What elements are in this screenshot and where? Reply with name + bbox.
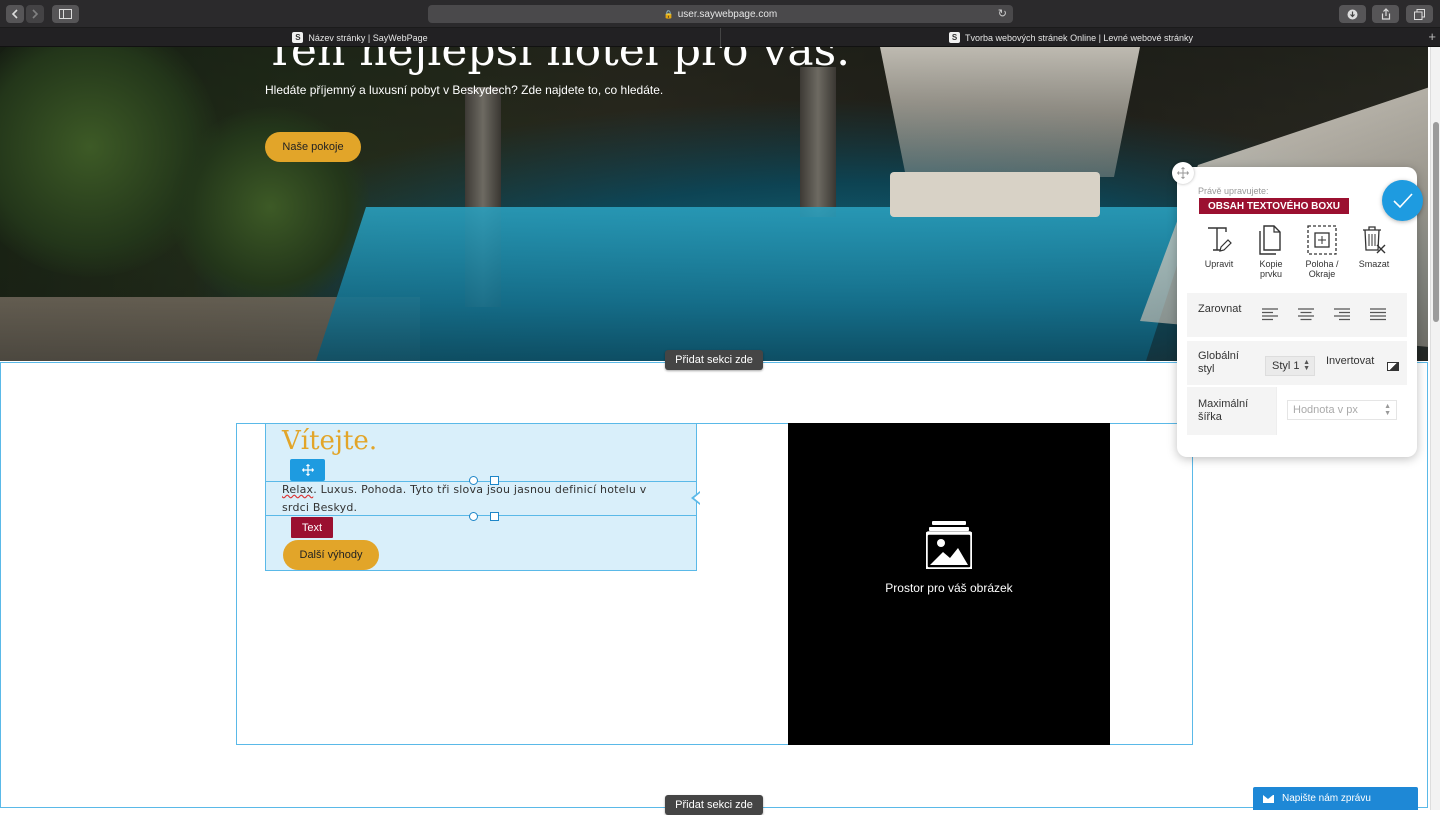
edit-tool-button[interactable]: Upravit [1197, 225, 1241, 269]
browser-toolbar: 🔒 user.saywebpage.com ↻ [0, 0, 1440, 28]
move-icon [1177, 167, 1189, 179]
align-row: Zarovnat [1187, 293, 1407, 337]
chat-widget-button[interactable]: Napište nám zprávu [1253, 787, 1418, 810]
image-icon [926, 521, 972, 569]
align-center-icon[interactable] [1298, 308, 1314, 322]
download-icon [1347, 9, 1358, 19]
max-width-label: Maximální šířka [1198, 398, 1249, 423]
add-section-button[interactable]: Přidat sekci zde [665, 795, 763, 815]
max-width-row: Maximální šířka Hodnota v px ▲ ▼ [1187, 387, 1407, 435]
mail-icon [1263, 794, 1274, 803]
global-style-label: Globální styl [1198, 350, 1239, 375]
url-text: user.saywebpage.com [677, 8, 778, 20]
move-icon [301, 464, 314, 476]
share-icon [1381, 8, 1390, 20]
move-handle[interactable] [290, 459, 325, 481]
max-width-input[interactable]: Hodnota v px ▲ ▼ [1287, 400, 1397, 420]
image-placeholder-label: Prostor pro váš obrázek [885, 581, 1013, 595]
scrollbar-thumb[interactable] [1433, 122, 1439, 322]
invert-toggle-icon[interactable] [1387, 362, 1399, 371]
panel-badge: OBSAH TEXTOVÉHO BOXU [1199, 198, 1349, 214]
tabs-overview-button[interactable] [1406, 5, 1433, 23]
saywebpage-favicon-icon: S [949, 32, 961, 43]
panel-drag-handle[interactable] [1172, 162, 1194, 184]
align-label: Zarovnat [1198, 303, 1242, 315]
align-left-icon[interactable] [1262, 308, 1278, 322]
tab-label: Název stránky | SayWebPage [308, 32, 428, 43]
tabs-icon [1414, 8, 1425, 20]
align-right-icon[interactable] [1334, 308, 1350, 322]
delete-icon [1363, 226, 1386, 254]
add-section-button[interactable]: Přidat sekci zde [665, 350, 763, 370]
copy-icon [1259, 225, 1281, 255]
welcome-title[interactable]: Vítejte. [282, 426, 377, 456]
checkmark-icon [1392, 192, 1413, 208]
max-width-placeholder: Hodnota v px [1293, 404, 1358, 416]
welcome-text-body: . Luxus. Pohoda. Tyto tři slova jsou jas… [282, 483, 647, 514]
element-edit-panel: Právě upravujete: OBSAH TEXTOVÉHO BOXU U… [1177, 167, 1417, 457]
edit-text-icon [1208, 227, 1232, 252]
downloads-button[interactable] [1339, 5, 1366, 23]
share-button[interactable] [1372, 5, 1399, 23]
image-placeholder[interactable]: Prostor pro váš obrázek [788, 423, 1110, 745]
saywebpage-favicon-icon: S [292, 32, 304, 43]
copy-tool-button[interactable]: Kopie prvku [1249, 225, 1293, 279]
tool-label: Smazat [1358, 259, 1390, 269]
chat-label: Napište nám zprávu [1282, 793, 1371, 804]
hero-canopy [880, 47, 1140, 177]
back-button[interactable] [6, 5, 24, 23]
align-justify-icon[interactable] [1370, 308, 1386, 322]
page-scrollbar[interactable] [1430, 47, 1440, 810]
side-resize-arrow[interactable] [691, 491, 700, 505]
resize-handle-bottom-square[interactable] [490, 512, 499, 521]
tool-label: Poloha / Okraje [1305, 259, 1339, 279]
reload-icon[interactable]: ↻ [998, 7, 1007, 20]
global-style-select[interactable]: Styl 1 ▲ ▼ [1265, 356, 1315, 376]
delete-tool-button[interactable]: Smazat [1352, 225, 1396, 269]
hero-title[interactable]: Ten nejlepší hotel pro vás. [265, 47, 850, 76]
element-type-tag[interactable]: Text [291, 517, 333, 538]
hero-sofa [890, 172, 1100, 217]
invert-label: Invertovat [1326, 355, 1375, 367]
new-tab-button[interactable]: + [1428, 29, 1436, 44]
tab-bar: S Název stránky | SayWebPage S Tvorba we… [0, 28, 1440, 47]
confirm-edit-button[interactable] [1382, 180, 1423, 221]
tab-page-name[interactable]: S Název stránky | SayWebPage [0, 28, 720, 47]
chevron-right-icon [32, 9, 39, 19]
resize-handle-top-square[interactable] [490, 476, 499, 485]
lock-icon: 🔒 [663, 9, 674, 19]
select-arrows-icon: ▲ ▼ [1303, 359, 1310, 372]
chevron-left-icon [11, 9, 18, 19]
position-tool-button[interactable]: Poloha / Okraje [1300, 225, 1344, 279]
spinner-icon[interactable]: ▲ ▼ [1384, 403, 1391, 417]
tab-label: Tvorba webových stránek Online | Levné w… [965, 32, 1193, 43]
max-width-cell: Hodnota v px ▲ ▼ [1276, 387, 1407, 435]
forward-button[interactable] [26, 5, 44, 23]
more-benefits-button[interactable]: Další výhody [283, 540, 379, 570]
panel-caption: Právě upravujete: [1198, 186, 1269, 196]
our-rooms-button[interactable]: Naše pokoje [265, 132, 361, 162]
position-icon [1307, 225, 1337, 255]
style-value: Styl 1 [1272, 360, 1300, 372]
hero-pillar [800, 67, 836, 217]
tab-saywebpage[interactable]: S Tvorba webových stránek Online | Levné… [721, 28, 1421, 47]
resize-handle-top[interactable] [469, 476, 478, 485]
resize-handle-bottom[interactable] [469, 512, 478, 521]
tool-label: Upravit [1204, 259, 1234, 269]
tool-label: Kopie prvku [1259, 259, 1283, 279]
welcome-text-lead: Relax [282, 483, 314, 496]
global-style-row: Globální styl Styl 1 ▲ ▼ Invertovat [1187, 341, 1407, 385]
hero-subtitle[interactable]: Hledáte příjemný a luxusní pobyt v Besky… [265, 83, 663, 97]
sidebar-toggle-button[interactable] [52, 5, 79, 23]
sidebar-icon [59, 9, 72, 19]
hero-pool [314, 207, 1196, 361]
address-bar[interactable]: 🔒 user.saywebpage.com ↻ [428, 5, 1013, 23]
